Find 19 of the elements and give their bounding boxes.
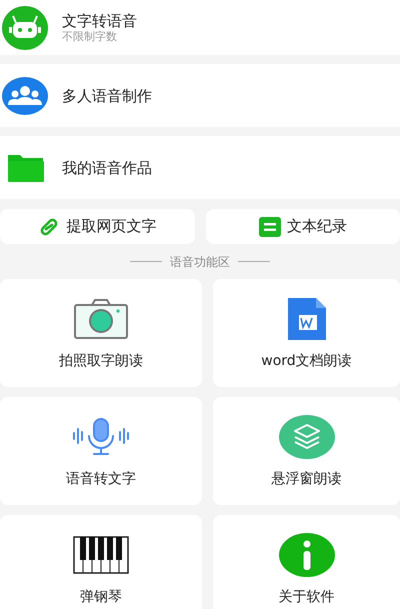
quick-button[interactable]: 提取网页文字 xyxy=(0,209,194,244)
layers-icon xyxy=(278,415,334,459)
feature-tile[interactable]: 弹钢琴 xyxy=(0,515,202,609)
menu-subtitle: 不限制字数 xyxy=(62,30,118,44)
section-title: 语音功能区 xyxy=(170,254,230,270)
feature-tile[interactable]: 悬浮窗朗读 xyxy=(213,397,400,505)
feature-tile[interactable]: 语音转文字 xyxy=(0,397,202,505)
quick-button[interactable]: 文本纪录 xyxy=(206,209,400,244)
feature-tile[interactable]: 拍照取字朗读 xyxy=(0,279,202,387)
menu-title[interactable]: 多人语音制作 xyxy=(62,86,152,104)
feature-tile[interactable]: word文档朗读 xyxy=(213,279,400,387)
menu-title[interactable]: 文字转语音 xyxy=(62,12,137,30)
info-icon xyxy=(278,533,334,577)
camera-icon xyxy=(74,297,128,341)
menu-title[interactable]: 我的语音作品 xyxy=(62,158,152,176)
link-icon xyxy=(38,216,60,236)
feature-tile[interactable]: 关于软件 xyxy=(213,515,400,609)
document-icon xyxy=(286,297,328,341)
list-icon xyxy=(258,216,281,236)
